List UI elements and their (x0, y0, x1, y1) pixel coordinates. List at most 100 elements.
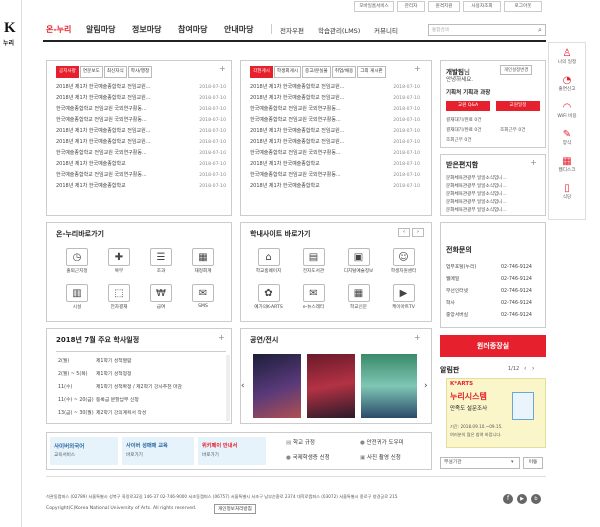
schedule-row[interactable]: 13(금) ~ 30(월) 제2학기 강의계획서 작성 (58, 407, 224, 420)
shortcut-item[interactable]: ⬚ 전자결재 (98, 284, 140, 310)
stat-2[interactable]: 결재대기/완료 0건 (446, 127, 482, 133)
gnb-onnuri[interactable]: 온-누리 (46, 24, 71, 35)
faculty-schedule-button[interactable]: 교원일정 (496, 101, 540, 111)
gnb-lms[interactable]: 학습관리(LMS) (318, 25, 360, 35)
shortcut-item[interactable]: ▥ 시설 (56, 284, 98, 310)
list-item[interactable]: 2018년 제1차 한국예술종합학교 전임교원... 2018-07-10 (56, 93, 226, 104)
shortcut-item[interactable]: ▶ 케이아트TV (381, 284, 426, 310)
list-item[interactable]: 2018년 제1차 한국예술종합학교 전임교원... 2018-07-10 (56, 137, 226, 148)
link-photo[interactable]: ▣ 사진 촬영 신청 (360, 453, 401, 461)
util-logout[interactable]: 로그아웃 (504, 1, 542, 12)
list-item[interactable]: 문화체육관광부 일일소식입니... (446, 199, 542, 207)
schedule-more-icon[interactable]: + (218, 333, 225, 342)
schedule-row[interactable]: 11(수) ~ 20(금) 등록금 분할납부 신청 (58, 394, 224, 407)
list-item[interactable]: 2018년 제1차 한국예술종합학교 전임교원... 2018-07-10 (250, 126, 420, 137)
list-item[interactable]: 2018년 제1차 한국예술종합학교 2018-07-10 (56, 159, 226, 170)
stat-4[interactable]: 조회근무 0건 (446, 137, 472, 143)
shortcut-item[interactable]: ▤ 전자도서관 (291, 248, 336, 274)
quick-wifi[interactable]: ◠ WiFi 비용 (550, 102, 584, 119)
list-item[interactable]: 한국예술종합학교 전임교원 국외연구활동... 2018-07-10 (250, 115, 420, 126)
blog-icon[interactable]: b (531, 494, 541, 504)
personal-settings-button[interactable]: 개인설정변경 (500, 65, 533, 75)
util-user-search[interactable]: 사용자조회 (463, 1, 501, 12)
notice-more-icon[interactable]: + (219, 64, 226, 73)
list-item[interactable]: 한국예술종합학교 전임교원 국외연구활동... 2018-07-10 (250, 148, 420, 159)
list-item[interactable]: 문화체육관광부 일일소식입니... (446, 191, 542, 199)
gnb-notice[interactable]: 알림마당 (86, 24, 115, 35)
shortcut-item[interactable]: ✉ SMS (182, 284, 224, 309)
list-item[interactable]: 한국예술종합학교 전임교원 국외연구활동... 2018-07-10 (56, 170, 226, 181)
list-item[interactable]: 문화체육관광부 일일소식입니... (446, 207, 542, 215)
gnb-community[interactable]: 커뮤니티 (374, 25, 398, 35)
quick-attendance[interactable]: ◔ 출면신고 (550, 75, 584, 92)
list-item[interactable]: 한국예술종합학교 전임교원 국외연구활동... 2018-07-10 (56, 148, 226, 159)
perf-poster-3[interactable] (361, 354, 417, 418)
shortcut-item[interactable]: ✿ 예가의K-ARTS (246, 284, 291, 310)
tab-news[interactable]: 최신자식 (103, 66, 127, 78)
red-banner[interactable]: 원러종장실 (440, 335, 546, 357)
shortcut-item[interactable]: ✚ 복무 (98, 248, 140, 274)
affiliate-select[interactable]: 부설기관 (440, 457, 520, 469)
gnb-guide[interactable]: 안내마당 (224, 24, 253, 35)
list-item[interactable]: 2018년 제1차 한국예술종합학교 전임교원... 2018-07-10 (250, 93, 420, 104)
prev-icon[interactable]: ‹ (398, 228, 410, 237)
faculty-qna-button[interactable]: 교원 Q&A (446, 101, 490, 111)
shortcut-item[interactable]: ▦ 재정회계 (182, 248, 224, 274)
alarm-next-icon[interactable]: › (532, 365, 534, 372)
list-item[interactable]: 2018년 제1차 한국예술종합학교 전임교원... 2018-07-10 (250, 82, 420, 93)
schedule-scrollbar[interactable] (226, 355, 230, 421)
tab-board-1[interactable]: 각현게시 (250, 66, 273, 78)
banner-wiki[interactable]: 위키페이 안내서 바로가기 (198, 437, 266, 465)
perf-prev-icon[interactable]: ‹ (241, 381, 245, 391)
list-item[interactable]: 한국예술종합학교 전임교원 국외연구활동... 2018-07-10 (250, 170, 420, 181)
list-item[interactable]: 한국예술종합학교 전임교원 국외연구활동... 2018-07-10 (250, 104, 420, 115)
shortcut-item[interactable]: ▦ 학교신문 (336, 284, 381, 310)
quick-my-schedule[interactable]: ♙ 나의 일정 (550, 48, 584, 65)
link-intl-id[interactable]: ● 국제학생증 신청 (286, 453, 330, 461)
list-item[interactable]: 한국예술종합학교 전임교원 국외연구활동... 2018-07-10 (56, 115, 226, 126)
youtube-icon[interactable]: ▶ (517, 494, 527, 504)
perf-poster-1[interactable] (253, 354, 301, 418)
quick-forms[interactable]: ✎ 양식 (550, 129, 584, 146)
alarm-prev-icon[interactable]: ‹ (524, 365, 526, 372)
go-button[interactable]: 이동 (523, 457, 543, 469)
list-item[interactable]: 2018년 제1차 한국예술종합학교 2018-07-10 (250, 181, 420, 192)
shortcut-item[interactable]: ₩ 급여 (140, 284, 182, 310)
banner-cyber-language[interactable]: 사이버외국어 교육서비스 (50, 437, 118, 465)
gnb-participate[interactable]: 참여마당 (178, 24, 207, 35)
board-more-icon[interactable]: + (414, 64, 421, 73)
quick-webdisk[interactable]: ▦ 웹디스크 (550, 156, 584, 173)
shortcut-item[interactable]: ▣ 디지털예술정보 (336, 248, 381, 274)
shortcut-item[interactable]: ◷ 출퇴근지정 (56, 248, 98, 274)
tab-board-5[interactable]: 그외 게시판 (357, 66, 386, 78)
stat-1[interactable]: 결재대기/완료 0건 (446, 117, 482, 123)
schedule-row[interactable]: 2(월) ~ 5(목) 제1학기 성적정정 (58, 368, 224, 381)
shortcut-item[interactable]: ☺ 학생지원센터 (381, 248, 426, 274)
facebook-icon[interactable]: f (503, 494, 513, 504)
tab-academic[interactable]: 학사/행정 (127, 66, 153, 78)
util-mobile[interactable]: 모바일홈서비스 (354, 1, 394, 12)
util-admin[interactable]: 관리자 (397, 1, 425, 12)
next-icon[interactable]: › (412, 228, 424, 237)
shortcut-item[interactable]: ✉ e-뉴스레터 (291, 284, 336, 310)
util-remote[interactable]: 원격지원 (428, 1, 460, 12)
tab-board-2[interactable]: 학생회게시 (273, 66, 302, 78)
tab-board-3[interactable]: 중고/분실물 (302, 66, 331, 78)
tab-notice[interactable]: 공지사항 (56, 66, 79, 78)
privacy-link[interactable]: 개인정보처리방침 (214, 504, 256, 514)
gnb-email[interactable]: 전자우편 (280, 25, 304, 35)
logo-k[interactable]: K (4, 20, 16, 37)
list-item[interactable]: 2018년 제1차 한국예술종합학교 2018-07-10 (250, 159, 420, 170)
list-item[interactable]: 문화체육관광부 일일소식입니... (446, 183, 542, 191)
shortcut-item[interactable]: ⌂ 학교홈페이지 (246, 248, 291, 274)
link-regulations[interactable]: ▤ 학교 규정 (286, 438, 315, 446)
banner-cyber-education[interactable]: 사이버 성매매 교육 바로가기 (122, 437, 194, 465)
tab-press[interactable]: 연문보도 (79, 66, 103, 78)
list-item[interactable]: 2018년 제1차 한국예술종합학교 2018-07-10 (56, 181, 226, 192)
tab-board-4[interactable]: 취업/채용 (331, 66, 357, 78)
search-input[interactable]: 통합검색 (428, 24, 546, 36)
perf-next-icon[interactable]: › (424, 381, 428, 391)
list-item[interactable]: 2018년 제1차 한국예술종합학교 전임교원... 2018-07-10 (56, 82, 226, 93)
perf-more-icon[interactable]: + (414, 333, 421, 342)
gnb-info[interactable]: 정보마당 (132, 24, 161, 35)
